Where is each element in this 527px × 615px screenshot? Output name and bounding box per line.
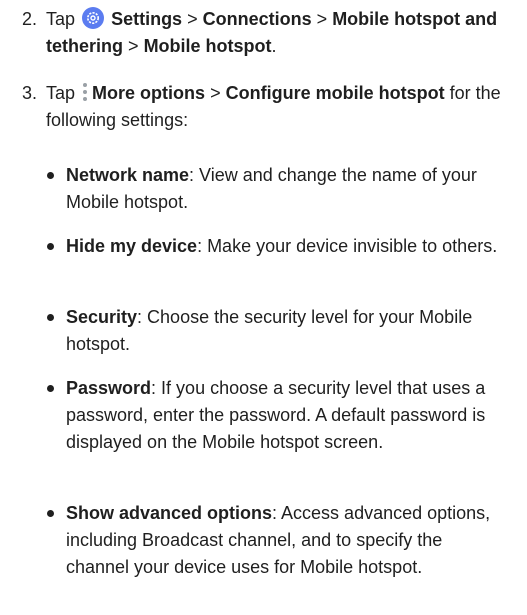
path-connections: Connections: [202, 9, 312, 29]
step-2: 2. Tap Settings > Connections > Mobile h…: [22, 6, 510, 60]
list-item: Show advanced options: Access advanced o…: [47, 500, 506, 581]
list-item: Hide my device: Make your device invisib…: [47, 233, 506, 260]
list-item: Security: Choose the security level for …: [47, 304, 506, 358]
item-term: Hide my device: [66, 236, 198, 256]
more-options-label: More options: [92, 83, 206, 103]
bullet-dot: [47, 314, 54, 321]
bullet-dot: [47, 385, 54, 392]
list-item: Password: If you choose a security level…: [47, 375, 506, 456]
step-number: 3.: [22, 83, 38, 103]
item-term: Security: [66, 307, 138, 327]
item-term: Show advanced options: [66, 503, 273, 523]
path-settings: Settings: [111, 9, 183, 29]
item-term: Password: [66, 378, 152, 398]
document-page: 2. Tap Settings > Connections > Mobile h…: [0, 0, 527, 615]
item-term: Network name: [66, 165, 190, 185]
bullet-dot: [47, 510, 54, 517]
item-text: : Make your device invisible to others.: [197, 236, 498, 256]
path-mobile-hotspot: Mobile hotspot: [143, 36, 272, 56]
more-options-icon: [82, 82, 88, 102]
bullet-dot: [47, 172, 54, 179]
step-number: 2.: [22, 9, 38, 29]
step-3: 3. Tap More options > Configure mobile h…: [22, 80, 510, 134]
configure-hotspot-label: Configure mobile hotspot: [225, 83, 445, 103]
step-3-text: Tap More options > Configure mobile hots…: [46, 82, 501, 130]
list-item: Network name: View and change the name o…: [47, 162, 506, 216]
bullet-dot: [47, 243, 54, 250]
step-2-text: Tap Settings > Connections > Mobile hots…: [46, 7, 498, 56]
settings-gear-icon: [82, 7, 105, 29]
